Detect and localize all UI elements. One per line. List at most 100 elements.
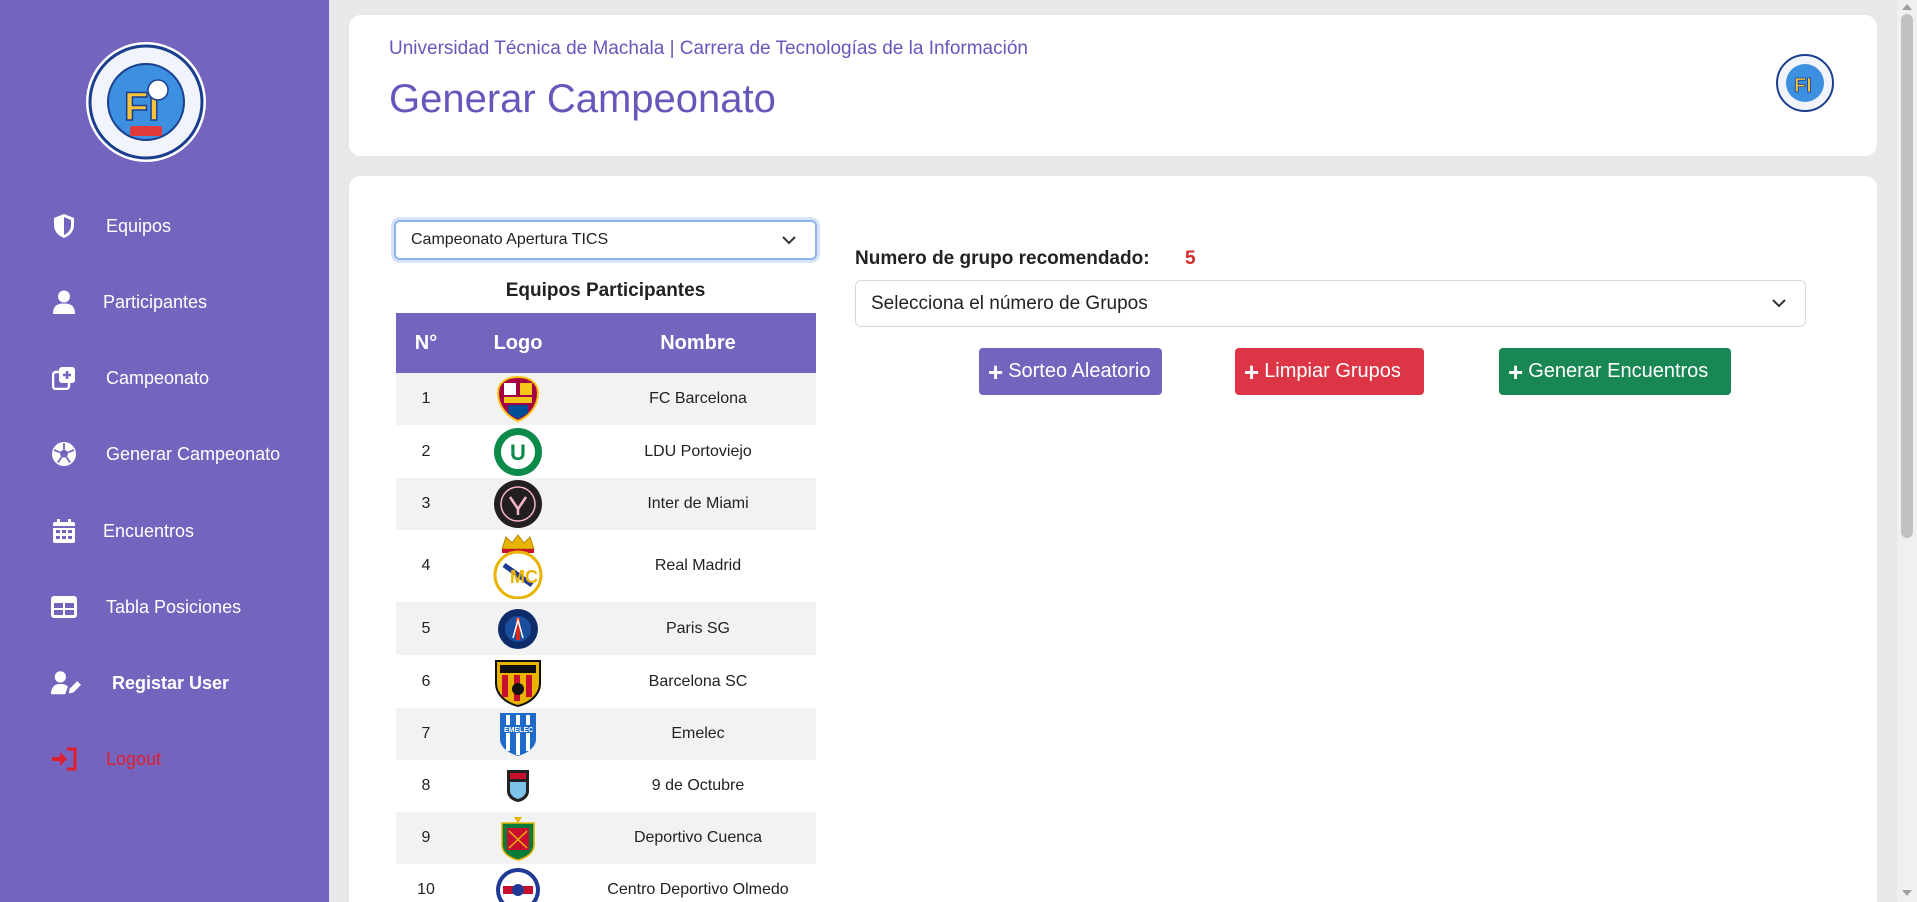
sidebar-item-label: Participantes bbox=[103, 291, 208, 312]
sidebar-item-generar-campeonato[interactable]: Generar Campeonato bbox=[0, 429, 329, 479]
team-number: 2 bbox=[421, 442, 431, 460]
escuela-informatica-logo: FI bbox=[86, 42, 206, 162]
team-number: 4 bbox=[421, 557, 431, 574]
table-row: 7 EMELEC Emelec bbox=[396, 708, 816, 760]
column-header: N° bbox=[396, 313, 456, 373]
limpiar-grupos-button[interactable]: + Limpiar Grupos bbox=[1235, 348, 1424, 395]
plus-icon: + bbox=[988, 356, 1004, 387]
svg-text:U: U bbox=[510, 440, 526, 465]
add-copy-icon bbox=[49, 363, 79, 393]
header-card: Universidad Técnica de Machala | Carrera… bbox=[349, 15, 1877, 156]
recommended-groups-value: 5 bbox=[1185, 248, 1196, 269]
teams-table-title: Equipos Participantes bbox=[505, 280, 706, 301]
user-icon bbox=[49, 287, 79, 317]
button-label: Limpiar Grupos bbox=[1264, 360, 1401, 382]
team-name: Centro Deportivo Olmedo bbox=[607, 881, 789, 898]
scroll-thumb[interactable] bbox=[1901, 14, 1913, 538]
team-number: 8 bbox=[421, 777, 431, 794]
plus-icon: + bbox=[1244, 356, 1260, 387]
table-row: 9 Deportivo Cuenca bbox=[396, 812, 816, 864]
team-name: 9 de Octubre bbox=[651, 777, 745, 794]
table-row: 3 Inter de Miami bbox=[396, 478, 816, 530]
team-number: 5 bbox=[421, 619, 431, 637]
sorteo-aleatorio-button[interactable]: + Sorteo Aleatorio bbox=[979, 348, 1162, 395]
sidebar-item-equipos[interactable]: Equipos bbox=[0, 201, 329, 251]
chevron-down-icon bbox=[1772, 299, 1786, 308]
scroll-down-arrow-icon[interactable] bbox=[1902, 890, 1912, 896]
groups-number-select[interactable]: Selecciona el número de Grupos bbox=[855, 280, 1806, 327]
team-name: FC Barcelona bbox=[649, 390, 747, 407]
team-number: 7 bbox=[421, 725, 431, 742]
sidebar-item-registar-user[interactable]: Registar User bbox=[0, 658, 329, 708]
paris-sg-crest-icon bbox=[498, 608, 538, 649]
table-row: 8 9 de Octubre bbox=[396, 760, 816, 812]
championship-select-value: Campeonato Apertura TICS bbox=[411, 231, 609, 248]
table-icon bbox=[49, 592, 79, 622]
team-number: 6 bbox=[421, 672, 431, 690]
calendar-icon bbox=[49, 516, 79, 546]
team-number: 9 bbox=[421, 829, 431, 846]
table-row: 4 MC Real Madrid bbox=[396, 530, 816, 602]
table-row: 6 Barcelona SC bbox=[396, 655, 816, 708]
svg-text:MC: MC bbox=[510, 567, 538, 587]
nueve-de-octubre-crest-icon bbox=[507, 770, 529, 802]
logout-icon bbox=[49, 744, 79, 774]
table-row: 10 Centro Deportivo Olmedo bbox=[396, 864, 816, 902]
sidebar-item-encuentros[interactable]: Encuentros bbox=[0, 506, 329, 556]
team-name: Real Madrid bbox=[654, 557, 742, 574]
championship-select[interactable]: Campeonato Apertura TICS bbox=[394, 220, 817, 260]
teams-table: N° Logo Nombre 1 FC Barcelona 2 U LDU Po… bbox=[396, 313, 816, 902]
sidebar-item-label: Generar Campeonato bbox=[106, 443, 281, 464]
sidebar-item-label: Equipos bbox=[106, 215, 172, 236]
header-subtitle: Universidad Técnica de Machala | Carrera… bbox=[389, 38, 1028, 59]
column-header: Nombre bbox=[580, 313, 816, 373]
svg-text:FI: FI bbox=[1794, 75, 1812, 97]
svg-text:EMELEC: EMELEC bbox=[504, 727, 533, 734]
centro-deportivo-olmedo-crest-icon bbox=[496, 868, 540, 902]
table-row: 5 Paris SG bbox=[396, 602, 816, 655]
groups-select-placeholder: Selecciona el número de Grupos bbox=[871, 292, 1148, 314]
button-label: Sorteo Aleatorio bbox=[1008, 360, 1151, 382]
sidebar-item-label: Campeonato bbox=[106, 367, 210, 388]
team-name: Inter de Miami bbox=[647, 495, 749, 512]
column-header: Logo bbox=[456, 313, 580, 373]
team-name: Paris SG bbox=[665, 619, 730, 637]
team-name: LDU Portoviejo bbox=[644, 442, 752, 460]
scroll-up-arrow-icon[interactable] bbox=[1902, 4, 1912, 10]
sidebar-item-label: Tabla Posiciones bbox=[106, 596, 242, 617]
sidebar-item-tabla-posiciones[interactable]: Tabla Posiciones bbox=[0, 582, 329, 632]
team-number: 10 bbox=[417, 881, 435, 898]
team-number: 1 bbox=[421, 390, 431, 407]
chevron-down-icon bbox=[782, 236, 796, 245]
team-name: Emelec bbox=[671, 725, 725, 742]
emelec-crest-icon: EMELEC bbox=[500, 713, 536, 756]
team-number: 3 bbox=[421, 495, 431, 512]
sidebar-item-logout[interactable]: Logout bbox=[0, 734, 329, 784]
shield-icon bbox=[49, 211, 79, 241]
team-name: Barcelona SC bbox=[648, 672, 748, 690]
sidebar-item-participantes[interactable]: Participantes bbox=[0, 277, 329, 327]
barcelona-sc-crest-icon bbox=[495, 659, 541, 707]
sidebar-item-label: Registar User bbox=[112, 672, 230, 693]
soccer-ball-icon bbox=[49, 439, 79, 469]
user-edit-icon bbox=[51, 668, 81, 698]
plus-icon: + bbox=[1508, 356, 1524, 387]
table-row: 2 U LDU Portoviejo bbox=[396, 425, 816, 478]
main-card: Campeonato Apertura TICS Equipos Partici… bbox=[349, 176, 1877, 902]
generar-encuentros-button[interactable]: + Generar Encuentros bbox=[1499, 348, 1731, 395]
fc-barcelona-crest-icon bbox=[496, 375, 540, 423]
recommended-groups-label: Numero de grupo recomendado: bbox=[855, 248, 1150, 269]
sidebar-item-label: Logout bbox=[106, 748, 162, 769]
ldu-portoviejo-crest-icon: U bbox=[494, 427, 542, 476]
page-scrollbar[interactable] bbox=[1897, 0, 1917, 902]
real-madrid-crest-icon: MC bbox=[493, 534, 543, 599]
sidebar: FI Equipos Participantes Campeonato Gene… bbox=[0, 0, 329, 902]
inter-miami-crest-icon bbox=[494, 480, 542, 528]
escuela-informatica-logo: FI bbox=[1775, 53, 1835, 113]
deportivo-cuenca-crest-icon bbox=[501, 817, 535, 861]
page-title: Generar Campeonato bbox=[389, 77, 776, 121]
button-label: Generar Encuentros bbox=[1528, 360, 1709, 382]
table-row: 1 FC Barcelona bbox=[396, 373, 816, 425]
sidebar-item-label: Encuentros bbox=[103, 520, 195, 541]
sidebar-item-campeonato[interactable]: Campeonato bbox=[0, 353, 329, 403]
